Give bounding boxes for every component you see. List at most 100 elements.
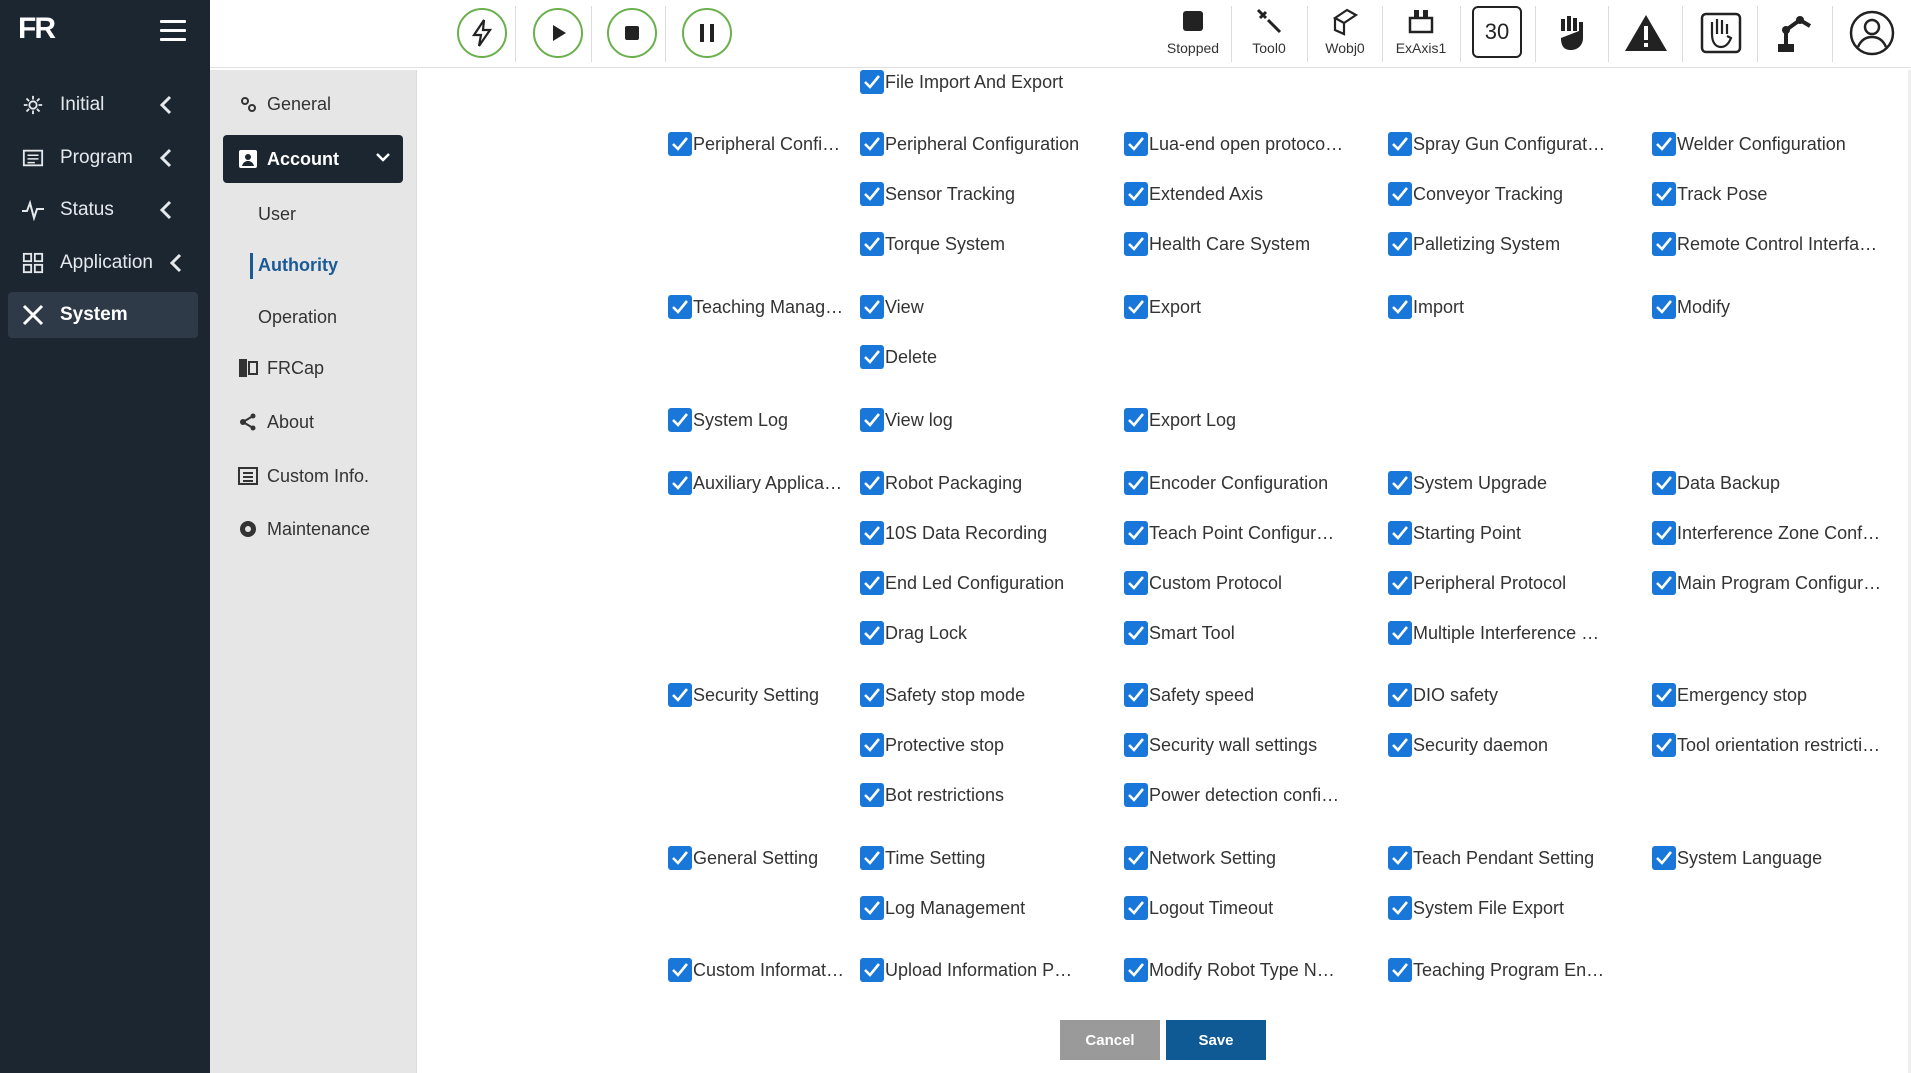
checkbox-checked-icon[interactable]: [1388, 471, 1412, 495]
permission-checkbox[interactable]: Main Program Configur…: [1652, 568, 1882, 598]
permission-checkbox[interactable]: Teach Pendant Setting: [1388, 843, 1608, 873]
checkbox-checked-icon[interactable]: [1124, 182, 1148, 206]
permission-checkbox[interactable]: File Import And Export: [860, 67, 1080, 97]
checkbox-checked-icon[interactable]: [1124, 521, 1148, 545]
checkbox-checked-icon[interactable]: [1124, 132, 1148, 156]
checkbox-checked-icon[interactable]: [1124, 846, 1148, 870]
permission-checkbox[interactable]: Safety stop mode: [860, 680, 1080, 710]
sub-item-maintenance[interactable]: Maintenance: [223, 505, 403, 553]
checkbox-checked-icon[interactable]: [668, 408, 692, 432]
checkbox-checked-icon[interactable]: [1124, 295, 1148, 319]
checkbox-checked-icon[interactable]: [860, 521, 884, 545]
checkbox-checked-icon[interactable]: [860, 846, 884, 870]
checkbox-checked-icon[interactable]: [1388, 896, 1412, 920]
checkbox-checked-icon[interactable]: [1388, 683, 1412, 707]
checkbox-checked-icon[interactable]: [1124, 408, 1148, 432]
permission-group-checkbox[interactable]: System Log: [668, 405, 848, 435]
checkbox-checked-icon[interactable]: [1388, 733, 1412, 757]
permission-checkbox[interactable]: Welder Configuration: [1652, 129, 1882, 159]
checkbox-checked-icon[interactable]: [1652, 733, 1676, 757]
sub-item-custom-info[interactable]: Custom Info.: [223, 452, 403, 500]
permission-checkbox[interactable]: Power detection config…: [1124, 780, 1344, 810]
checkbox-checked-icon[interactable]: [668, 132, 692, 156]
workobject-status[interactable]: Wobj0: [1310, 6, 1380, 64]
checkbox-checked-icon[interactable]: [860, 683, 884, 707]
checkbox-checked-icon[interactable]: [1652, 182, 1676, 206]
checkbox-checked-icon[interactable]: [860, 896, 884, 920]
permission-checkbox[interactable]: Teach Point Configurati…: [1124, 518, 1344, 548]
permission-checkbox[interactable]: Track Pose: [1652, 179, 1882, 209]
checkbox-checked-icon[interactable]: [1124, 621, 1148, 645]
drag-teach-hand-icon[interactable]: [1695, 6, 1747, 60]
checkbox-checked-icon[interactable]: [1124, 683, 1148, 707]
sub-item-account[interactable]: Account: [223, 135, 403, 183]
tool-coordinate-status[interactable]: Tool0: [1234, 6, 1304, 64]
checkbox-checked-icon[interactable]: [860, 232, 884, 256]
permission-checkbox[interactable]: Protective stop: [860, 730, 1080, 760]
sub-item-operation[interactable]: Operation: [258, 307, 337, 328]
permission-checkbox[interactable]: Encoder Configuration: [1124, 468, 1344, 498]
checkbox-checked-icon[interactable]: [860, 621, 884, 645]
sub-item-frcap[interactable]: FRCap: [223, 344, 403, 392]
nav-item-program[interactable]: Program: [8, 135, 198, 181]
pause-button[interactable]: [682, 8, 732, 58]
checkbox-checked-icon[interactable]: [860, 132, 884, 156]
permission-checkbox[interactable]: Interference Zone Conf…: [1652, 518, 1882, 548]
checkbox-checked-icon[interactable]: [1652, 295, 1676, 319]
permission-checkbox[interactable]: Conveyor Tracking: [1388, 179, 1608, 209]
checkbox-checked-icon[interactable]: [1388, 958, 1412, 982]
permission-checkbox[interactable]: Custom Protocol: [1124, 568, 1344, 598]
permission-checkbox[interactable]: Log Management: [860, 893, 1080, 923]
checkbox-checked-icon[interactable]: [668, 471, 692, 495]
checkbox-checked-icon[interactable]: [1388, 846, 1412, 870]
checkbox-checked-icon[interactable]: [1652, 132, 1676, 156]
permission-group-checkbox[interactable]: Auxiliary Applica…: [668, 468, 848, 498]
permission-checkbox[interactable]: Extended Axis: [1124, 179, 1344, 209]
permission-checkbox[interactable]: System Language: [1652, 843, 1882, 873]
permission-checkbox[interactable]: Security daemon: [1388, 730, 1608, 760]
permission-checkbox[interactable]: Bot restrictions: [860, 780, 1080, 810]
permission-checkbox[interactable]: Security wall settings: [1124, 730, 1344, 760]
cancel-button[interactable]: Cancel: [1060, 1020, 1160, 1060]
save-button[interactable]: Save: [1166, 1020, 1266, 1060]
checkbox-checked-icon[interactable]: [1652, 232, 1676, 256]
permission-group-checkbox[interactable]: Security Setting: [668, 680, 848, 710]
nav-item-application[interactable]: Application: [8, 240, 198, 286]
permission-group-checkbox[interactable]: Custom Informat…: [668, 955, 848, 985]
checkbox-checked-icon[interactable]: [1652, 471, 1676, 495]
robot-arm-icon[interactable]: [1770, 6, 1822, 60]
nav-item-system[interactable]: System: [8, 292, 198, 338]
checkbox-checked-icon[interactable]: [668, 846, 692, 870]
checkbox-checked-icon[interactable]: [1124, 471, 1148, 495]
checkbox-checked-icon[interactable]: [1652, 571, 1676, 595]
permission-checkbox[interactable]: System Upgrade: [1388, 468, 1608, 498]
permission-checkbox[interactable]: Starting Point: [1388, 518, 1608, 548]
permission-checkbox[interactable]: Torque System: [860, 229, 1080, 259]
permission-checkbox[interactable]: Safety speed: [1124, 680, 1344, 710]
checkbox-checked-icon[interactable]: [860, 182, 884, 206]
permission-checkbox[interactable]: Sensor Tracking: [860, 179, 1080, 209]
external-axis-status[interactable]: ExAxis1: [1386, 6, 1456, 64]
permission-checkbox[interactable]: Multiple Interference Z…: [1388, 618, 1608, 648]
robot-state-status[interactable]: Stopped: [1158, 6, 1228, 64]
checkbox-checked-icon[interactable]: [1652, 521, 1676, 545]
nav-item-status[interactable]: Status: [8, 187, 198, 233]
permission-checkbox[interactable]: View log: [860, 405, 1080, 435]
checkbox-checked-icon[interactable]: [1124, 896, 1148, 920]
permission-checkbox[interactable]: Drag Lock: [860, 618, 1080, 648]
permission-checkbox[interactable]: Spray Gun Configuration: [1388, 129, 1608, 159]
stop-button[interactable]: [607, 8, 657, 58]
checkbox-checked-icon[interactable]: [860, 471, 884, 495]
checkbox-checked-icon[interactable]: [1388, 521, 1412, 545]
checkbox-checked-icon[interactable]: [668, 295, 692, 319]
sub-item-user[interactable]: User: [258, 204, 296, 225]
permission-checkbox[interactable]: Time Setting: [860, 843, 1080, 873]
speed-indicator[interactable]: 30: [1472, 6, 1522, 58]
checkbox-checked-icon[interactable]: [1124, 783, 1148, 807]
permission-checkbox[interactable]: Smart Tool: [1124, 618, 1344, 648]
permission-checkbox[interactable]: Logout Timeout: [1124, 893, 1344, 923]
permission-checkbox[interactable]: Network Setting: [1124, 843, 1344, 873]
checkbox-checked-icon[interactable]: [860, 783, 884, 807]
permission-checkbox[interactable]: Delete: [860, 342, 1080, 372]
checkbox-checked-icon[interactable]: [1388, 295, 1412, 319]
